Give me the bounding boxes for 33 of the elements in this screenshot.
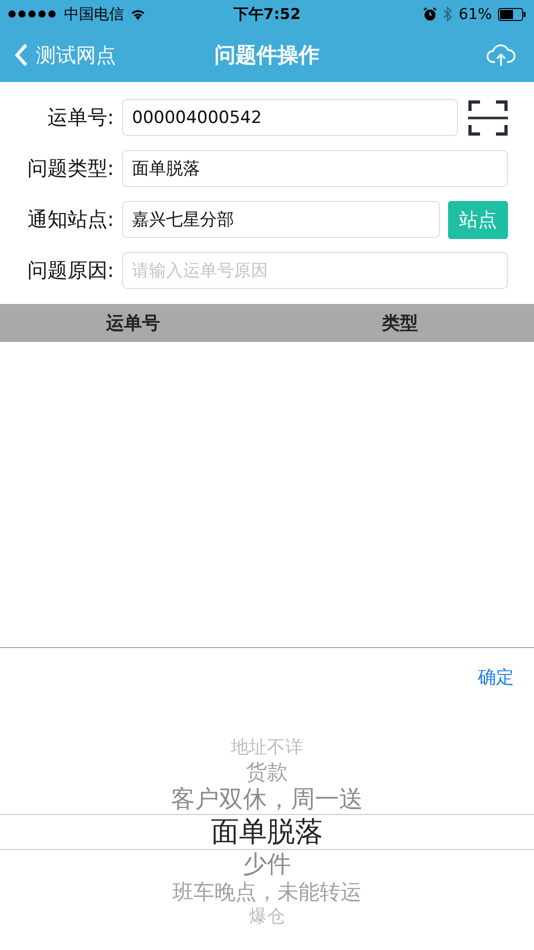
picker-option[interactable]: 少件: [243, 850, 291, 879]
picker-option[interactable]: 班车晚点，未能转运: [172, 879, 362, 905]
input-field[interactable]: 面单脱落: [122, 150, 508, 187]
battery-icon: [498, 8, 526, 20]
field-label: 问题原因:: [26, 257, 114, 284]
field-label: 通知站点:: [26, 206, 114, 233]
clock-time: 下午7:52: [233, 4, 301, 24]
column-header: 类型: [380, 312, 419, 335]
picker-option[interactable]: 爆仓: [249, 905, 285, 928]
station-button[interactable]: 站点: [448, 200, 508, 238]
picker-option[interactable]: 客户双休，周一送: [171, 785, 363, 814]
field-label: 运单号:: [46, 104, 114, 131]
wifi-icon: [130, 8, 146, 20]
picker-option[interactable]: 地址不详: [231, 736, 303, 759]
bluetooth-icon: [442, 6, 453, 22]
cloud-upload-icon[interactable]: [486, 43, 516, 67]
field-label: 问题类型:: [26, 155, 114, 182]
alarm-icon: [422, 7, 437, 21]
back-button[interactable]: 测试网点: [14, 42, 116, 68]
input-field[interactable]: 请输入运单号原因: [122, 252, 508, 289]
carrier-name: 中国电信: [64, 4, 124, 24]
scan-icon[interactable]: [468, 98, 508, 136]
input-field[interactable]: 000004000542: [122, 99, 458, 136]
battery-percent: 61%: [458, 5, 492, 23]
picker-wheel[interactable]: 地址不详 货款 客户双休，周一送 面单脱落 少件 班车晚点，未能转运 爆仓: [0, 706, 534, 928]
confirm-button[interactable]: 确定: [478, 665, 514, 689]
column-header: 运单号: [105, 312, 161, 335]
picker-option[interactable]: 货款: [246, 759, 288, 785]
page-title: 问题件操作: [214, 42, 320, 69]
signal-icon: [8, 10, 58, 18]
input-field[interactable]: 嘉兴七星分部: [122, 201, 440, 238]
chevron-left-icon: [14, 43, 28, 67]
picker-option[interactable]: 面单脱落: [0, 814, 534, 850]
